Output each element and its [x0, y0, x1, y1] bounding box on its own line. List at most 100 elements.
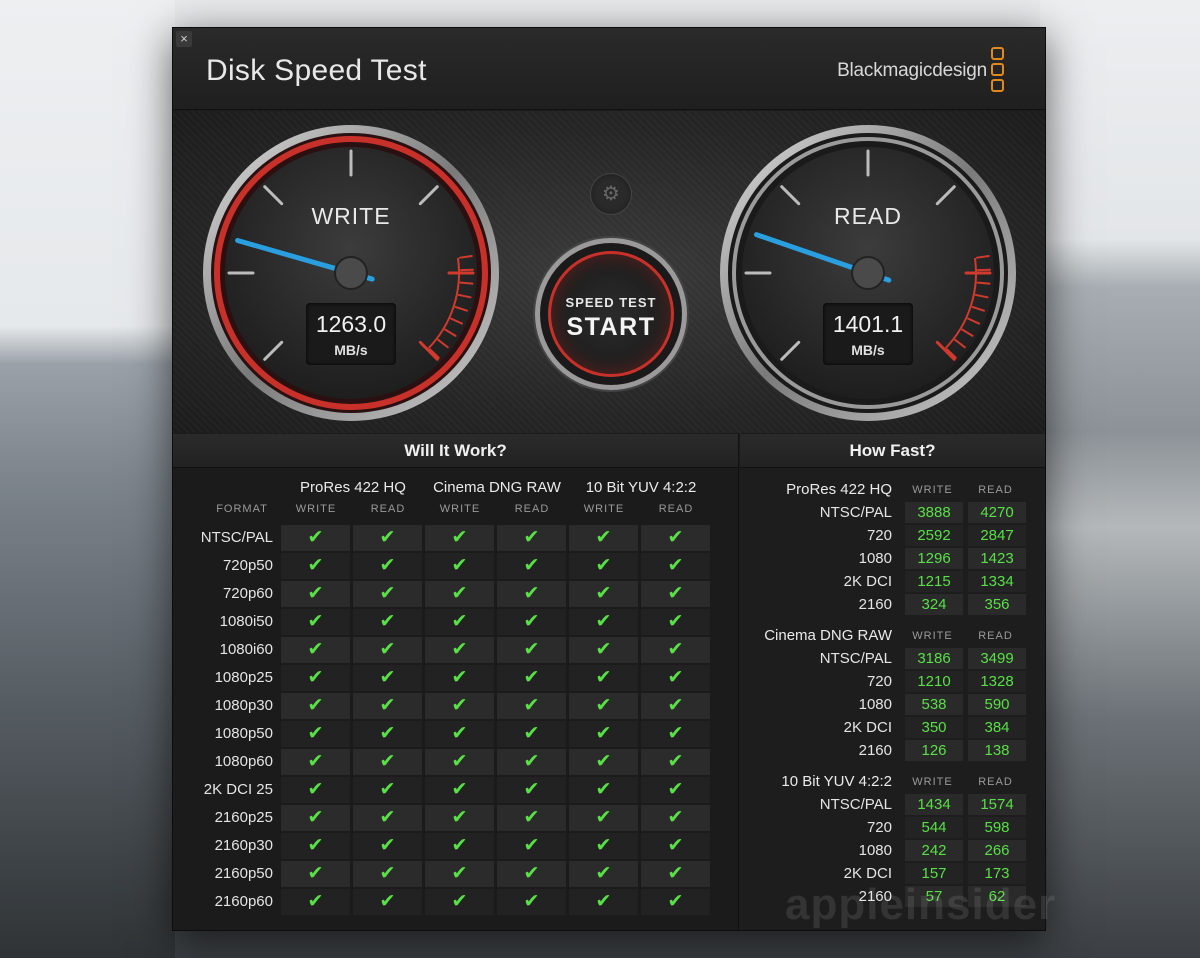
table-row: 1080 242 266 [740, 839, 1045, 862]
check-icon: ✔ [425, 833, 494, 859]
check-icon: ✔ [569, 637, 638, 663]
read-fps-value: 356 [968, 594, 1026, 615]
write-unit: MB/s [334, 342, 368, 358]
read-fps-value: 590 [968, 694, 1026, 715]
table-row: 1080p30 ✔ ✔ ✔ ✔ ✔ ✔ [173, 692, 739, 720]
table-row: 2160 126 138 [740, 739, 1045, 762]
check-icon: ✔ [353, 805, 422, 831]
check-icon: ✔ [425, 721, 494, 747]
read-label: READ [834, 203, 902, 229]
format-name: 1080p25 [214, 669, 273, 686]
check-icon: ✔ [281, 777, 350, 803]
check-icon: ✔ [281, 609, 350, 635]
format-name: 1080 [858, 842, 892, 859]
read-fps-value: 2847 [968, 525, 1026, 546]
read-fps-value: 4270 [968, 502, 1026, 523]
check-icon: ✔ [497, 581, 566, 607]
codec-name: Cinema DNG RAW [764, 627, 892, 644]
table-row: 1080 1296 1423 [740, 547, 1045, 570]
speed-test-start-button[interactable]: SPEED TEST START [535, 238, 687, 390]
desktop-background-right [1040, 0, 1200, 958]
check-icon: ✔ [569, 665, 638, 691]
read-fps-value: 1328 [968, 671, 1026, 692]
will-it-work-title: Will It Work? [173, 434, 738, 468]
will-it-work-codec-headers: ProRes 422 HQ Cinema DNG RAW 10 Bit YUV 4:… [173, 479, 739, 499]
check-icon: ✔ [353, 777, 422, 803]
table-row: 1080 538 590 [740, 693, 1045, 716]
how-fast-title: How Fast? [740, 434, 1045, 468]
write-fps-value: 1210 [905, 671, 963, 692]
check-icon: ✔ [353, 553, 422, 579]
check-icon: ✔ [281, 861, 350, 887]
check-icon: ✔ [281, 581, 350, 607]
how-fast-group-header: 10 Bit YUV 4:2:2 WRITE READ [740, 771, 1045, 793]
how-fast-group-header: Cinema DNG RAW WRITE READ [740, 625, 1045, 647]
write-column-label: WRITE [295, 503, 337, 515]
format-name: 2K DCI [843, 573, 892, 590]
settings-gear-icon[interactable]: ⚙ [590, 173, 632, 215]
appleinsider-watermark: appleinsider [785, 880, 1057, 929]
check-icon: ✔ [425, 581, 494, 607]
codec-header: ProRes 422 HQ [300, 479, 406, 496]
table-row: 2160p30 ✔ ✔ ✔ ✔ ✔ ✔ [173, 832, 739, 860]
gauge-redline-tick [459, 281, 474, 285]
check-icon: ✔ [497, 665, 566, 691]
check-icon: ✔ [353, 581, 422, 607]
format-name: NTSC/PAL [819, 504, 892, 521]
desktop-background-left [0, 0, 175, 958]
will-it-work-panel: Will It Work? ProRes 422 HQ Cinema DNG RA… [173, 434, 739, 930]
table-row: 2160p50 ✔ ✔ ✔ ✔ ✔ ✔ [173, 860, 739, 888]
table-row: 720 544 598 [740, 816, 1045, 839]
read-fps-value: 1423 [968, 548, 1026, 569]
format-name: 2160 [858, 742, 892, 759]
format-name: 720p60 [222, 585, 273, 602]
check-icon: ✔ [281, 693, 350, 719]
format-name: 720 [866, 819, 892, 836]
how-fast-group: ProRes 422 HQ WRITE READ NTSC/PAL 3888 4270 72… [740, 479, 1045, 616]
write-gauge-dial [203, 125, 499, 421]
will-it-work-table: NTSC/PAL ✔ ✔ ✔ ✔ ✔ ✔ 720p50 ✔ ✔ ✔ ✔ ✔ ✔ 720p60 ✔ ✔ ✔ ✔ ✔ ✔ 10… [173, 524, 739, 916]
check-icon: ✔ [281, 637, 350, 663]
check-icon: ✔ [641, 581, 710, 607]
check-icon: ✔ [497, 609, 566, 635]
check-icon: ✔ [425, 609, 494, 635]
check-icon: ✔ [641, 525, 710, 551]
table-row: NTSC/PAL ✔ ✔ ✔ ✔ ✔ ✔ [173, 524, 739, 552]
format-name: NTSC/PAL [819, 796, 892, 813]
read-readout: 1401.1 MB/s [823, 303, 913, 365]
table-row: NTSC/PAL 1434 1574 [740, 793, 1045, 816]
read-unit: MB/s [851, 342, 885, 358]
format-name: 2K DCI 25 [203, 781, 273, 798]
check-icon: ✔ [569, 609, 638, 635]
check-icon: ✔ [497, 553, 566, 579]
check-icon: ✔ [641, 637, 710, 663]
table-row: NTSC/PAL 3888 4270 [740, 501, 1045, 524]
check-icon: ✔ [353, 693, 422, 719]
write-fps-value: 350 [905, 717, 963, 738]
check-icon: ✔ [497, 721, 566, 747]
read-fps-value: 266 [968, 840, 1026, 861]
write-label: WRITE [311, 203, 391, 229]
write-fps-value: 1215 [905, 571, 963, 592]
read-fps-value: 3499 [968, 648, 1026, 669]
check-icon: ✔ [569, 889, 638, 915]
check-icon: ✔ [497, 637, 566, 663]
start-button-label: START [566, 313, 656, 341]
check-icon: ✔ [569, 693, 638, 719]
write-column-label: WRITE [912, 484, 953, 496]
disk-speed-test-window: × Disk Speed Test Blackmagicdesign WRITE… [172, 27, 1046, 931]
check-icon: ✔ [353, 889, 422, 915]
write-column-label: WRITE [912, 630, 953, 642]
check-icon: ✔ [353, 525, 422, 551]
check-icon: ✔ [353, 861, 422, 887]
table-row: 720 1210 1328 [740, 670, 1045, 693]
format-column-label: FORMAT [216, 503, 268, 515]
read-value: 1401.1 [832, 311, 904, 337]
table-row: 1080p60 ✔ ✔ ✔ ✔ ✔ ✔ [173, 748, 739, 776]
check-icon: ✔ [641, 749, 710, 775]
write-gauge: WRITE 1263.0 MB/s [201, 123, 501, 423]
app-title: Disk Speed Test [206, 54, 427, 87]
close-icon[interactable]: × [176, 31, 192, 47]
write-fps-value: 538 [905, 694, 963, 715]
write-fps-value: 3186 [905, 648, 963, 669]
